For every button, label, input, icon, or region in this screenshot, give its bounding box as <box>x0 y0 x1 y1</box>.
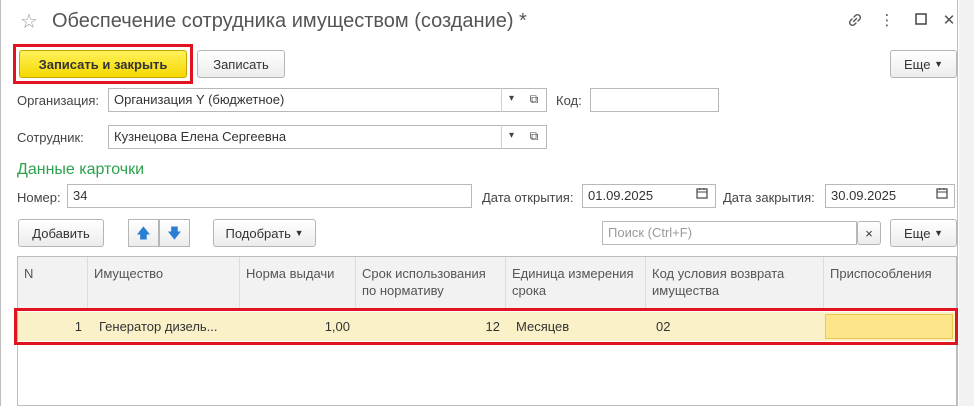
close-icon[interactable]: ✕ <box>940 12 958 30</box>
number-field[interactable]: 34 <box>67 184 472 208</box>
organization-value: Организация Y (бюджетное) <box>114 92 285 107</box>
organization-dropdown-icon[interactable]: ▾ <box>501 88 521 112</box>
window-title: Обеспечение сотрудника имуществом (созда… <box>52 10 527 32</box>
save-button[interactable]: Записать <box>197 50 285 78</box>
column-header-norm[interactable]: Норма выдачи <box>240 257 356 310</box>
column-header-term[interactable]: Срок использования по нормативу <box>356 257 506 310</box>
column-header-n[interactable]: N <box>18 257 88 310</box>
open-date-value: 01.09.2025 <box>588 188 654 203</box>
table-more-button[interactable]: Еще ▼ <box>890 219 957 247</box>
code-label: Код: <box>556 93 582 108</box>
organization-field[interactable]: Организация Y (бюджетное) <box>108 88 547 112</box>
employee-open-icon[interactable]: ⧉ <box>524 125 544 149</box>
arrow-up-icon[interactable]: 🡅 <box>128 219 159 247</box>
background-window-strip <box>959 0 974 406</box>
link-icon[interactable] <box>846 12 864 30</box>
close-date-label: Дата закрытия: <box>723 190 815 205</box>
search-input[interactable]: Поиск (Ctrl+F) <box>602 221 857 245</box>
star-icon[interactable]: ☆ <box>20 9 38 34</box>
highlight-frame <box>13 44 193 84</box>
table-header: N Имущество Норма выдачи Срок использова… <box>18 257 956 310</box>
column-header-item[interactable]: Имущество <box>88 257 240 310</box>
chevron-down-icon: ▼ <box>294 228 304 238</box>
employee-value: Кузнецова Елена Сергеевна <box>114 129 287 144</box>
more-label: Еще <box>904 56 931 72</box>
chevron-down-icon: ▼ <box>934 228 943 238</box>
row-highlight-frame <box>14 308 958 345</box>
pick-button[interactable]: Подобрать ▼ <box>213 219 316 247</box>
table-more-label: Еще <box>904 225 931 241</box>
more-vert-icon[interactable]: ⋮ <box>878 12 896 30</box>
organization-label: Организация: <box>17 93 100 108</box>
open-date-label: Дата открытия: <box>482 190 574 205</box>
employee-label: Сотрудник: <box>17 130 84 145</box>
more-button[interactable]: Еще ▼ <box>890 50 957 78</box>
chevron-down-icon: ▼ <box>934 59 943 69</box>
calendar-icon[interactable] <box>932 184 952 208</box>
add-button[interactable]: Добавить <box>18 219 104 247</box>
column-header-tools[interactable]: Приспособления <box>824 257 956 310</box>
clear-search-button[interactable]: × <box>857 221 881 245</box>
close-date-value: 30.09.2025 <box>831 188 897 203</box>
calendar-icon[interactable] <box>692 184 712 208</box>
pick-label: Подобрать <box>225 225 291 241</box>
column-header-unit[interactable]: Единица измерения срока <box>506 257 646 310</box>
organization-open-icon[interactable]: ⧉ <box>524 88 544 112</box>
employee-dropdown-icon[interactable]: ▾ <box>501 125 521 149</box>
maximize-icon[interactable] <box>912 12 930 30</box>
card-section-title: Данные карточки <box>17 161 145 178</box>
arrow-down-icon[interactable]: 🡇 <box>159 219 190 247</box>
number-label: Номер: <box>17 190 61 205</box>
employee-field[interactable]: Кузнецова Елена Сергеевна <box>108 125 547 149</box>
column-header-return-code[interactable]: Код условия возврата имущества <box>646 257 824 310</box>
code-field[interactable] <box>590 88 719 112</box>
